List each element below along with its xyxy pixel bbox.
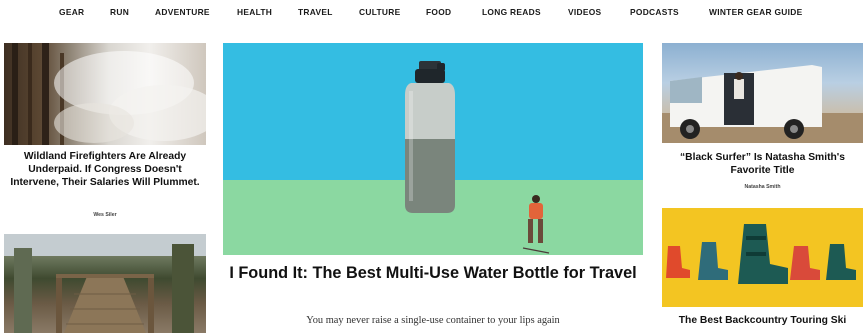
featured-story-dek: You may never raise a single-use contain… xyxy=(306,315,560,326)
nav-item-long-reads[interactable]: LONG READS xyxy=(482,7,541,17)
story-headline-black-surfer[interactable]: “Black Surfer” Is Natasha Smith's Favori… xyxy=(662,151,863,177)
van-illustration xyxy=(662,65,863,143)
top-nav: GEAR RUN ADVENTURE HEALTH TRAVEL CULTURE… xyxy=(0,0,863,26)
nav-item-videos[interactable]: VIDEOS xyxy=(568,7,601,17)
story-image-ski-boots[interactable] xyxy=(662,208,863,307)
water-bottle-illustration xyxy=(405,61,550,254)
story-headline-backcountry-ski[interactable]: The Best Backcountry Touring Ski xyxy=(662,314,863,327)
nav-item-culture[interactable]: CULTURE xyxy=(359,7,401,17)
featured-story-image[interactable] xyxy=(223,43,643,255)
nav-item-run[interactable]: RUN xyxy=(110,7,129,17)
story-image-firefighters[interactable] xyxy=(4,43,206,145)
story-byline-firefighters[interactable]: Wes Siler xyxy=(4,212,206,218)
smoke-forest-illustration xyxy=(12,43,206,145)
nav-item-podcasts[interactable]: PODCASTS xyxy=(630,7,679,17)
featured-story-headline[interactable]: I Found It: The Best Multi-Use Water Bot… xyxy=(223,263,643,283)
ski-boots-illustration xyxy=(666,224,856,284)
nav-item-gear[interactable]: GEAR xyxy=(59,7,84,17)
nav-item-adventure[interactable]: ADVENTURE xyxy=(155,7,210,17)
story-image-van[interactable] xyxy=(662,43,863,143)
nav-item-food[interactable]: FOOD xyxy=(426,7,451,17)
story-headline-firefighters[interactable]: Wildland Firefighters Are Already Underp… xyxy=(4,150,206,190)
story-image-bridge[interactable] xyxy=(4,234,206,333)
wooden-bridge-illustration xyxy=(4,234,206,333)
nav-item-travel[interactable]: TRAVEL xyxy=(298,7,333,17)
nav-item-winter-gear-guide[interactable]: WINTER GEAR GUIDE xyxy=(709,7,803,17)
story-byline-black-surfer[interactable]: Natasha Smith xyxy=(662,184,863,190)
nav-item-health[interactable]: HEALTH xyxy=(237,7,272,17)
